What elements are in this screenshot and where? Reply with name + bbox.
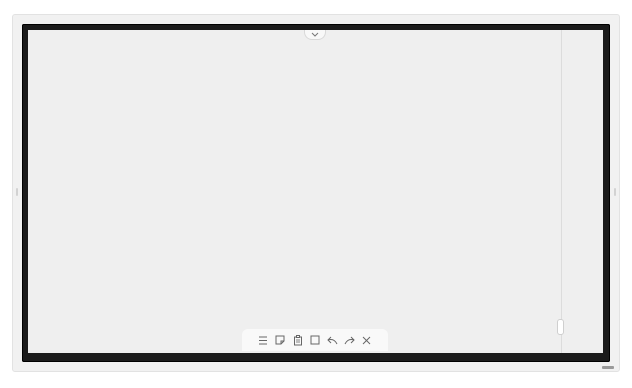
page-icon — [293, 334, 302, 345]
scroll-rail — [561, 30, 562, 353]
page-button[interactable] — [291, 333, 305, 347]
left-side-mark — [16, 188, 18, 196]
whiteboard-canvas[interactable] — [28, 30, 603, 353]
scroll-handle[interactable] — [557, 319, 564, 335]
top-pull-handle[interactable] — [304, 30, 326, 40]
right-side-mark — [614, 188, 616, 196]
chevron-down-icon — [311, 32, 319, 37]
select-button[interactable] — [308, 333, 322, 347]
undo-icon — [327, 336, 338, 344]
menu-button[interactable] — [256, 333, 270, 347]
select-rectangle-icon — [310, 335, 320, 345]
redo-button[interactable] — [343, 333, 357, 347]
undo-button[interactable] — [325, 333, 339, 347]
redo-icon — [344, 336, 355, 344]
note-button[interactable] — [273, 333, 287, 347]
note-icon — [275, 335, 285, 345]
close-button[interactable] — [360, 333, 374, 347]
brand-logo — [602, 366, 614, 369]
bottom-toolbar — [242, 329, 388, 351]
close-icon — [363, 336, 371, 344]
menu-icon — [259, 336, 267, 344]
